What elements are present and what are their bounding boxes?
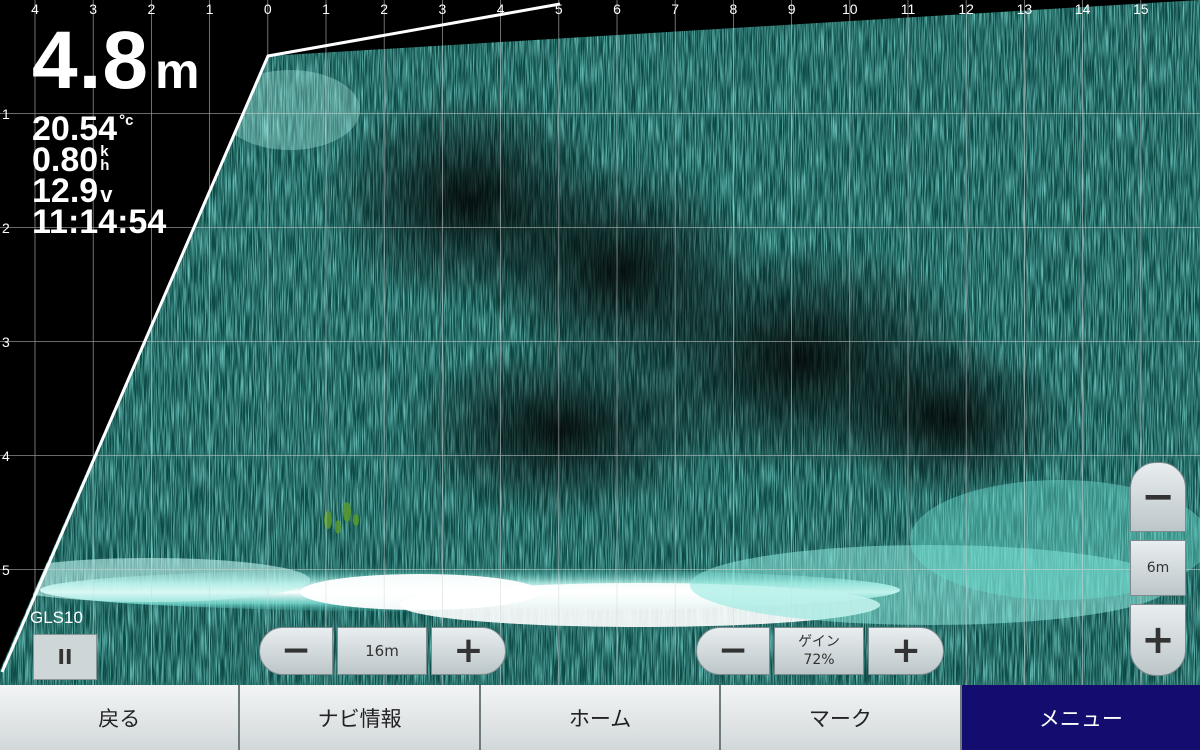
range-tick-label: 6 [613, 1, 621, 17]
bottom-nav: 戻る ナビ情報 ホーム マーク メニュー [0, 685, 1200, 750]
minus-icon: − [280, 630, 312, 671]
range-tick-label: 3 [438, 1, 447, 17]
range-tick-label: 0 [263, 1, 272, 17]
range-tick-label: 14 [1074, 1, 1091, 17]
pause-icon: II [57, 645, 73, 669]
gain-control: − ゲイン 72% + [696, 627, 944, 675]
gain-minus-button[interactable]: − [696, 627, 770, 675]
range-tick-label: 12 [958, 1, 974, 17]
depth-tick-label: 4 [2, 447, 10, 464]
minus-icon: − [1141, 474, 1175, 520]
sensor-readouts: 4.8 m 20.54 °c 0.80 k h 12.9v 11:14:54 [32, 18, 200, 241]
depth-readout: 4.8 m [32, 18, 200, 114]
range-value: 16m [337, 627, 427, 675]
minus-icon: − [717, 630, 749, 671]
clock-readout: 11:14:54 [32, 203, 167, 241]
gain-value-label: 72% [803, 652, 835, 668]
range-tick-label: 5 [554, 1, 563, 17]
range-tick-label: 9 [787, 1, 796, 17]
navi-info-button[interactable]: ナビ情報 [240, 685, 481, 750]
depth-tick-label: 5 [2, 561, 10, 578]
depth-value: 4.8 [32, 15, 149, 106]
speed-unit-bottom: h [100, 157, 110, 174]
range-tick-label: 1 [322, 1, 330, 17]
range-control: − 16m + [259, 627, 506, 675]
pause-button[interactable]: II [33, 634, 97, 680]
range-plus-button[interactable]: + [431, 627, 506, 675]
range-minus-button[interactable]: − [259, 627, 333, 675]
depth-tick-label: 3 [2, 333, 10, 350]
depth-plus-button[interactable]: + [1130, 604, 1186, 676]
range-tick-label: 1 [205, 1, 214, 17]
plus-icon: + [890, 630, 922, 671]
gain-value: ゲイン 72% [774, 627, 864, 675]
home-button[interactable]: ホーム [480, 685, 722, 750]
range-tick-label: 7 [671, 1, 680, 17]
depth-minus-button[interactable]: − [1130, 462, 1186, 532]
mark-button[interactable]: マーク [721, 685, 962, 750]
depth-tick-label: 2 [2, 219, 10, 236]
back-button[interactable]: 戻る [0, 685, 241, 750]
water-temp-unit: °c [119, 112, 134, 129]
transducer-source-label: GLS10 [30, 608, 83, 627]
depth-range-label: 6m [1146, 560, 1170, 576]
depth-unit: m [155, 43, 201, 99]
range-tick-label: 11 [900, 1, 916, 17]
menu-button[interactable]: メニュー [961, 685, 1200, 750]
depth-tick-label: 1 [2, 105, 10, 122]
plus-icon: + [1141, 617, 1175, 663]
range-tick-label: 4 [496, 1, 505, 17]
depth-range-control: − 6m + [1130, 462, 1186, 676]
range-tick-label: 10 [842, 1, 858, 17]
gain-label: ゲイン [798, 634, 840, 650]
speed-unit: kh [100, 144, 110, 174]
range-tick-label: 8 [729, 1, 738, 17]
gain-plus-button[interactable]: + [868, 627, 944, 675]
range-value-label: 16m [365, 642, 399, 660]
range-tick-label: 2 [380, 1, 389, 17]
plus-icon: + [453, 630, 484, 671]
voltage-unit: v [100, 182, 113, 207]
range-tick-label: 13 [1016, 1, 1033, 17]
depth-range-value: 6m [1130, 540, 1186, 596]
range-tick-label: 15 [1133, 1, 1149, 17]
